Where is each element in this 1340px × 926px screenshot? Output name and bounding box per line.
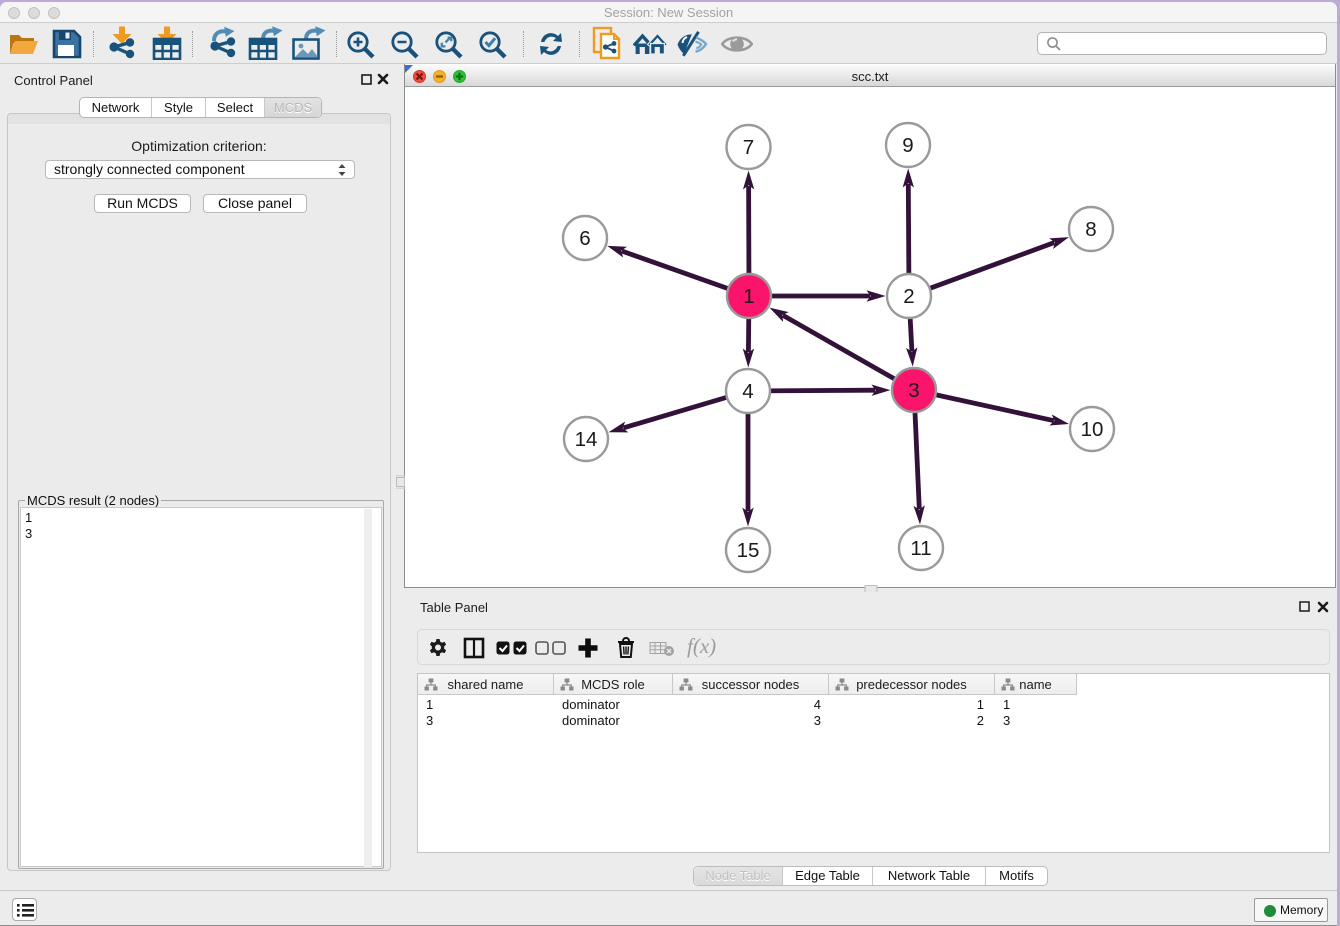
- svg-text:1: 1: [743, 285, 754, 308]
- svg-text:14: 14: [575, 428, 598, 451]
- svg-text:7: 7: [743, 136, 754, 159]
- svg-text:11: 11: [910, 537, 931, 560]
- svg-text:8: 8: [1085, 218, 1096, 241]
- svg-text:3: 3: [908, 379, 919, 402]
- svg-text:15: 15: [737, 539, 760, 562]
- svg-text:4: 4: [742, 380, 753, 403]
- svg-text:9: 9: [902, 134, 913, 157]
- svg-text:6: 6: [579, 227, 590, 250]
- svg-text:2: 2: [903, 285, 914, 308]
- svg-text:10: 10: [1081, 418, 1104, 441]
